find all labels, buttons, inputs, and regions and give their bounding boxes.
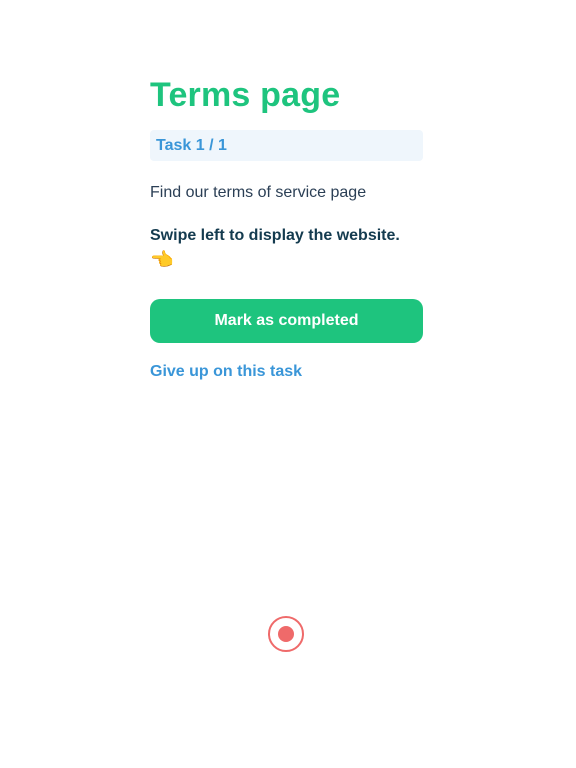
record-button[interactable]	[268, 616, 304, 652]
task-progress-badge: Task 1 / 1	[150, 130, 423, 161]
task-title: Terms page	[150, 76, 341, 114]
swipe-hint: Swipe left to display the website. 👈	[150, 225, 423, 271]
mark-as-completed-label: Mark as completed	[214, 312, 359, 329]
task-screen: Terms page Task 1 / 1 Find our terms of …	[0, 0, 576, 768]
pointing-left-hand-icon: 👈	[150, 249, 174, 271]
mark-as-completed-button[interactable]: Mark as completed	[150, 299, 423, 343]
swipe-hint-text: Swipe left to display the website.	[150, 227, 400, 244]
task-instruction: Find our terms of service page	[150, 184, 367, 201]
task-panel: Terms page Task 1 / 1 Find our terms of …	[150, 74, 423, 381]
task-progress-label: Task 1 / 1	[156, 136, 227, 154]
give-up-link[interactable]: Give up on this task	[150, 363, 423, 381]
record-icon	[278, 626, 294, 642]
